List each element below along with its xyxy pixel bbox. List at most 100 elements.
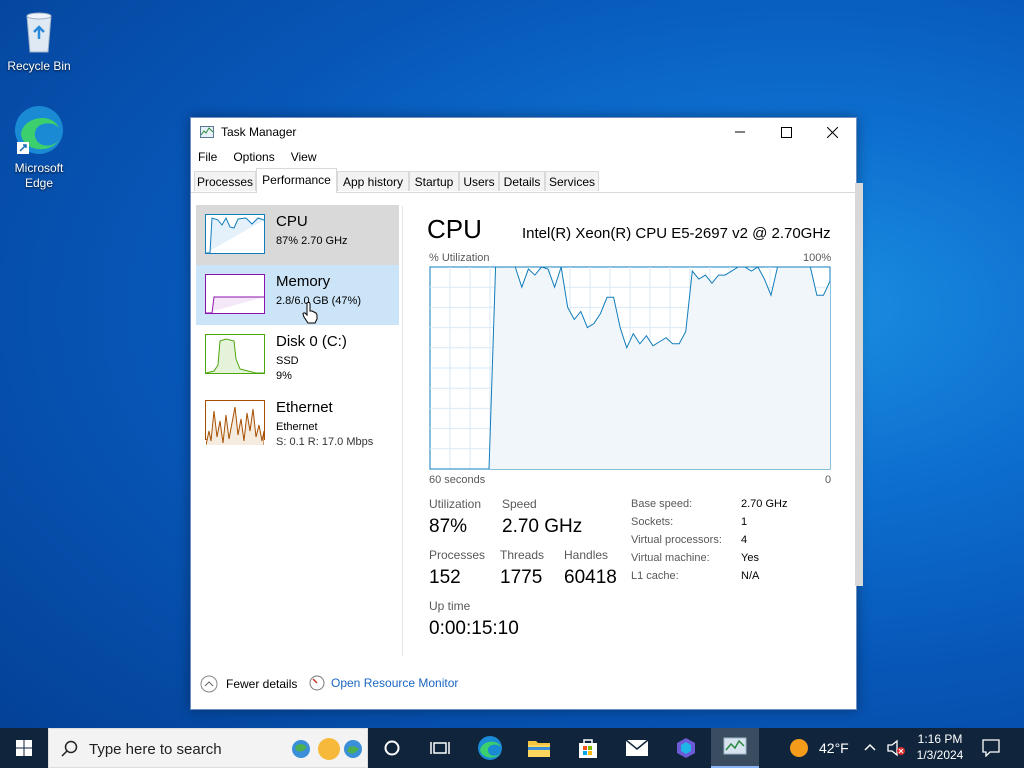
sidebar-item-ethernet[interactable]: Ethernet Ethernet S: 0.1 R: 17.0 Mbps xyxy=(196,391,399,451)
sidebar-item-cpu[interactable]: CPU 87% 2.70 GHz xyxy=(196,205,399,265)
processes-label: Processes xyxy=(429,548,486,562)
l1-cache-label: L1 cache: xyxy=(631,570,679,582)
sockets-value: 1 xyxy=(741,516,748,528)
chevron-up-icon[interactable] xyxy=(864,742,876,752)
graph-x-right-label: 0 xyxy=(825,474,832,486)
tab-details[interactable]: Details xyxy=(499,171,545,191)
taskbar-search-box[interactable]: Type here to search xyxy=(48,728,368,768)
window-title: Task Manager xyxy=(221,125,297,139)
speed-value: 2.70 GHz xyxy=(502,516,583,537)
virtual-processors-value: 4 xyxy=(741,534,748,546)
sidebar-ethernet-throughput: S: 0.1 R: 17.0 Mbps xyxy=(276,436,374,448)
uptime-value: 0:00:15:10 xyxy=(429,618,519,639)
utilization-label: Utilization xyxy=(429,497,482,511)
task-view-button[interactable] xyxy=(416,728,464,768)
taskbar-edge-button[interactable] xyxy=(466,728,514,768)
sidebar-memory-usage: 2.8/6.0 GB (47%) xyxy=(276,295,361,307)
graph-y-label: % Utilization xyxy=(429,252,490,264)
base-speed-value: 2.70 GHz xyxy=(741,498,788,510)
fewer-details-button[interactable]: Fewer details xyxy=(200,675,297,693)
taskbar-file-explorer-button[interactable] xyxy=(515,728,563,768)
search-highlight-icon xyxy=(292,738,362,760)
pointer-cursor-icon xyxy=(302,302,318,324)
tab-processes[interactable]: Processes xyxy=(194,171,256,191)
notification-icon[interactable] xyxy=(982,739,1000,757)
processes-value: 152 xyxy=(429,567,461,588)
start-button[interactable] xyxy=(0,728,48,768)
maximize-icon xyxy=(780,126,792,138)
taskbar: Type here to search 42°F 1:16 PM 1/3/202… xyxy=(0,728,1024,768)
menu-bar: File Options View xyxy=(191,146,856,168)
taskbar-task-manager-button[interactable] xyxy=(711,728,759,768)
pane-divider xyxy=(402,206,403,656)
recycle-bin-desktop-icon[interactable]: Recycle Bin xyxy=(4,8,74,74)
sidebar-disk-type: SSD xyxy=(276,355,299,367)
recycle-bin-icon xyxy=(26,12,52,53)
tab-users[interactable]: Users xyxy=(459,171,499,191)
weather-widget[interactable]: 42°F xyxy=(789,738,849,758)
tab-app-history[interactable]: App history xyxy=(337,171,409,191)
mail-icon xyxy=(625,739,649,756)
minimize-button[interactable] xyxy=(717,118,763,146)
sidebar-item-disk[interactable]: Disk 0 (C:) SSD 9% xyxy=(196,325,399,385)
handles-value: 60418 xyxy=(564,567,617,588)
background-scrollbar xyxy=(855,183,863,586)
edge-icon xyxy=(15,106,63,154)
utilization-value: 87% xyxy=(429,516,468,537)
cpu-thumbnail-graph xyxy=(205,214,265,254)
threads-value: 1775 xyxy=(500,567,543,588)
ethernet-thumbnail-graph xyxy=(205,400,265,446)
virtual-processors-label: Virtual processors: xyxy=(631,534,722,546)
l1-cache-value: N/A xyxy=(741,570,760,582)
base-speed-label: Base speed: xyxy=(631,498,693,510)
tab-performance[interactable]: Performance xyxy=(256,168,337,193)
cpu-utilization-graph xyxy=(429,266,831,470)
task-manager-app-icon xyxy=(200,126,214,138)
tab-startup[interactable]: Startup xyxy=(409,171,459,191)
sidebar-disk-name: Disk 0 (C:) xyxy=(276,333,347,350)
sun-icon xyxy=(790,739,808,757)
sidebar-memory-name: Memory xyxy=(276,273,331,290)
search-icon xyxy=(61,740,78,757)
sidebar-cpu-name: CPU xyxy=(276,213,308,230)
memory-thumbnail-graph xyxy=(205,274,265,314)
sockets-label: Sockets: xyxy=(631,516,674,528)
speed-label: Speed xyxy=(502,497,537,511)
resource-monitor-icon xyxy=(309,675,325,691)
clock[interactable]: 1:16 PM 1/3/2024 xyxy=(912,731,968,763)
disk-thumbnail-graph xyxy=(205,334,265,374)
speaker-muted-icon[interactable] xyxy=(886,739,906,757)
menu-options[interactable]: Options xyxy=(233,150,274,164)
copilot-icon xyxy=(677,738,695,758)
folder-icon xyxy=(528,741,550,757)
menu-file[interactable]: File xyxy=(198,150,217,164)
cpu-title: CPU xyxy=(427,214,482,244)
virtual-machine-label: Virtual machine: xyxy=(631,552,710,564)
tab-services[interactable]: Services xyxy=(545,171,599,191)
taskbar-copilot-button[interactable] xyxy=(662,728,710,768)
sidebar-cpu-usage: 87% 2.70 GHz xyxy=(276,235,348,247)
title-bar[interactable]: Task Manager xyxy=(191,118,856,146)
taskbar-mail-button[interactable] xyxy=(613,728,661,768)
task-manager-window: Task Manager File Options View Processes… xyxy=(190,117,857,710)
edge-desktop-icon[interactable]: Microsoft Edge xyxy=(4,104,74,191)
sidebar-disk-usage: 9% xyxy=(276,370,292,382)
chevron-up-circle-icon xyxy=(200,675,218,693)
cpu-model: Intel(R) Xeon(R) CPU E5-2697 v2 @ 2.70GH… xyxy=(522,225,831,242)
edge-label: Microsoft Edge xyxy=(14,161,64,190)
handles-label: Handles xyxy=(564,548,609,562)
maximize-button[interactable] xyxy=(763,118,809,146)
close-button[interactable] xyxy=(809,118,855,146)
task-manager-icon xyxy=(723,737,747,755)
cortana-button[interactable] xyxy=(368,728,416,768)
clock-time: 1:16 PM xyxy=(917,732,963,746)
menu-view[interactable]: View xyxy=(291,150,317,164)
virtual-machine-value: Yes xyxy=(741,552,759,564)
open-resource-monitor-link[interactable]: Open Resource Monitor xyxy=(309,675,458,691)
minimize-icon xyxy=(735,131,745,133)
threads-label: Threads xyxy=(500,548,545,562)
taskbar-store-button[interactable] xyxy=(564,728,612,768)
sidebar-item-memory[interactable]: Memory 2.8/6.0 GB (47%) xyxy=(196,265,399,325)
resource-monitor-label: Open Resource Monitor xyxy=(331,676,459,690)
clock-date: 1/3/2024 xyxy=(916,748,964,762)
